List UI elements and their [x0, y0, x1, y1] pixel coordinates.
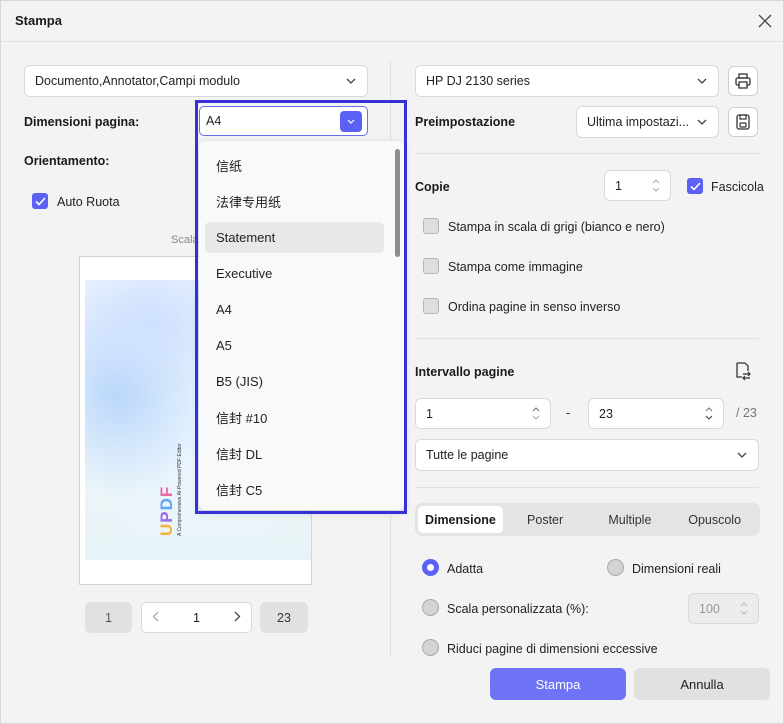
range-dash: - — [566, 406, 571, 420]
chevron-down-icon — [345, 75, 357, 87]
real-size-label: Dimensioni reali — [632, 562, 721, 576]
printer-properties-button[interactable] — [728, 66, 758, 96]
brand-tagline: A Comprehensive AI-Powered PDF Editor — [177, 443, 183, 536]
section-divider — [415, 153, 759, 154]
chevron-down-icon — [652, 187, 660, 192]
tab-dimensione[interactable]: Dimensione — [418, 506, 503, 533]
brand-logo: UPDF — [157, 485, 176, 536]
shrink-oversized-radio[interactable] — [422, 639, 439, 656]
cancel-button[interactable]: Annulla — [634, 668, 770, 700]
section-divider — [415, 338, 759, 339]
chevron-down-icon — [705, 415, 713, 420]
printer-select-value: HP DJ 2130 series — [426, 74, 530, 88]
orientation-label: Orientamento: — [24, 154, 110, 168]
chevron-down-icon — [736, 449, 748, 461]
next-page-icon[interactable] — [234, 610, 241, 625]
range-total: / 23 — [736, 406, 757, 420]
auto-rotate-label: Auto Ruota — [57, 195, 120, 209]
range-select-value: Tutte le pagine — [426, 448, 509, 462]
range-to-stepper[interactable]: 23 — [588, 398, 724, 429]
save-icon — [736, 114, 750, 130]
check-icon — [34, 196, 46, 206]
tab-poster[interactable]: Poster — [503, 506, 588, 533]
layout-tabs: Dimensione Poster Multiple Opuscolo — [415, 503, 760, 536]
collate-checkbox[interactable] — [687, 178, 703, 194]
reverse-order-label: Ordina pagine in senso inverso — [448, 300, 621, 314]
chevron-up-icon — [532, 407, 540, 412]
section-divider — [415, 487, 759, 488]
close-button[interactable] — [752, 8, 778, 34]
chevron-down-icon — [532, 415, 540, 420]
reverse-order-checkbox[interactable] — [423, 298, 439, 314]
swap-range-button[interactable] — [733, 361, 753, 384]
auto-rotate-checkbox[interactable] — [32, 193, 48, 209]
range-from-stepper[interactable]: 1 — [415, 398, 551, 429]
range-from-value: 1 — [426, 406, 433, 421]
chevron-up-icon — [705, 407, 713, 412]
printer-select[interactable]: HP DJ 2130 series — [415, 65, 719, 97]
save-preset-button[interactable] — [728, 107, 758, 137]
grayscale-checkbox[interactable] — [423, 218, 439, 234]
fit-label: Adatta — [447, 562, 484, 576]
chevron-down-icon — [740, 610, 748, 615]
title-divider — [0, 41, 784, 42]
page-size-label: Dimensioni pagina: — [24, 115, 140, 129]
prev-page-icon[interactable] — [152, 610, 159, 625]
check-icon — [689, 181, 701, 191]
chevron-down-icon — [696, 116, 708, 128]
custom-scale-value: 100 — [699, 601, 720, 616]
custom-scale-stepper[interactable]: 100 — [688, 593, 759, 624]
chevron-up-icon — [740, 602, 748, 607]
real-size-radio[interactable] — [607, 559, 624, 576]
highlight-frame — [195, 100, 407, 514]
copies-value: 1 — [615, 178, 622, 193]
content-select[interactable]: Documento,Annotator,Campi modulo — [24, 65, 368, 97]
grayscale-label: Stampa in scala di grigi (bianco e nero) — [448, 220, 665, 234]
collate-label: Fascicola — [711, 180, 764, 194]
preset-label: Preimpostazione — [415, 115, 516, 129]
print-as-image-checkbox[interactable] — [423, 258, 439, 274]
print-as-image-label: Stampa come immagine — [448, 260, 583, 274]
tab-opuscolo[interactable]: Opuscolo — [672, 506, 757, 533]
copies-label: Copie — [415, 180, 450, 194]
chevron-up-icon — [652, 179, 660, 184]
chevron-down-icon — [696, 75, 708, 87]
range-select[interactable]: Tutte le pagine — [415, 439, 759, 471]
fit-radio[interactable] — [422, 559, 439, 576]
custom-scale-radio[interactable] — [422, 599, 439, 616]
tab-multiple[interactable]: Multiple — [588, 506, 673, 533]
current-page[interactable]: 1 — [193, 611, 200, 625]
page-swap-icon — [736, 362, 751, 381]
preset-select[interactable]: Ultima impostazi... — [576, 106, 719, 138]
custom-scale-label: Scala personalizzata (%): — [447, 602, 589, 616]
preset-select-value: Ultima impostazi... — [587, 115, 690, 129]
copies-stepper[interactable]: 1 — [604, 170, 671, 201]
range-to-value: 23 — [599, 406, 613, 421]
printer-icon — [735, 73, 751, 89]
print-button[interactable]: Stampa — [490, 668, 626, 700]
last-page-button[interactable]: 23 — [260, 602, 308, 633]
page-range-label: Intervallo pagine — [415, 365, 515, 379]
first-page-button[interactable]: 1 — [85, 602, 132, 633]
content-select-value: Documento,Annotator,Campi modulo — [35, 74, 240, 88]
close-icon — [758, 14, 772, 28]
shrink-oversized-label: Riduci pagine di dimensioni eccessive — [447, 642, 658, 656]
page-navigator: 1 — [141, 602, 252, 633]
dialog-title: Stampa — [15, 13, 62, 28]
